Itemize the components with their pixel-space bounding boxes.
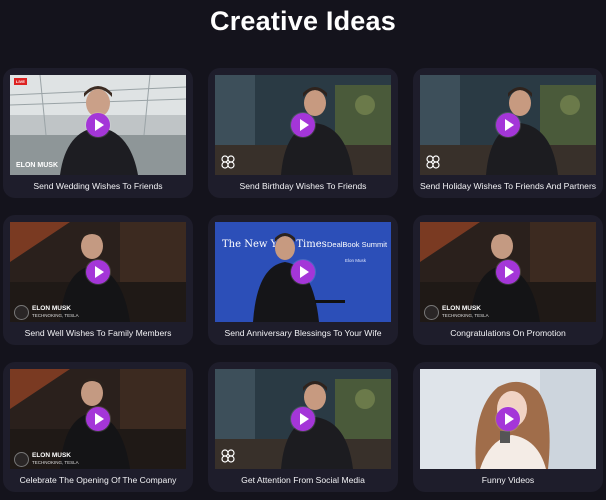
- overlay-name: ELON MUSK: [442, 305, 481, 312]
- play-button-icon[interactable]: [86, 113, 110, 137]
- overlay-subtitle: TECHNOKING, TESLA: [32, 460, 79, 465]
- video-card-family-wishes[interactable]: ELON MUSK TECHNOKING, TESLA Send Well Wi…: [3, 215, 193, 345]
- overlay-name: ELON MUSK: [16, 162, 58, 169]
- logo-icon: [426, 155, 440, 169]
- play-button-icon[interactable]: [86, 260, 110, 284]
- overlay-name: ELON MUSK: [32, 305, 71, 312]
- video-thumbnail[interactable]: ELON MUSK TECHNOKING, TESLA: [10, 369, 186, 469]
- video-thumbnail[interactable]: [215, 369, 391, 469]
- video-thumbnail[interactable]: ELON MUSK TECHNOKING, TESLA: [10, 222, 186, 322]
- card-label: Send Anniversary Blessings To Your Wife: [224, 328, 382, 338]
- video-thumbnail[interactable]: The New York Times DealBook Summit Elon …: [215, 222, 391, 322]
- card-label: Funny Videos: [481, 475, 535, 485]
- video-thumbnail[interactable]: [215, 75, 391, 175]
- live-badge: LIVE: [14, 78, 27, 85]
- video-card-holiday-wishes[interactable]: Send Holiday Wishes To Friends And Partn…: [413, 68, 603, 198]
- play-button-icon[interactable]: [496, 407, 520, 431]
- play-button-icon[interactable]: [496, 260, 520, 284]
- overlay-caption: ELON MUSK: [16, 162, 58, 169]
- overlay-name: ELON MUSK: [32, 452, 71, 459]
- overlay-subtitle: TECHNOKING, TESLA: [442, 313, 489, 318]
- video-card-funny-videos[interactable]: Funny Videos: [413, 362, 603, 492]
- logo-icon: [14, 452, 29, 467]
- card-label: Send Wedding Wishes To Friends: [33, 181, 163, 191]
- video-thumbnail[interactable]: [420, 75, 596, 175]
- overlay-caption: ELON MUSK TECHNOKING, TESLA: [14, 305, 104, 320]
- video-card-wedding-wishes[interactable]: LIVE ELON MUSK Send Wedding Wishes To Fr…: [3, 68, 193, 198]
- video-grid: LIVE ELON MUSK Send Wedding Wishes To Fr…: [0, 62, 606, 500]
- card-label: Congratulations On Promotion: [450, 328, 566, 338]
- card-label: Send Birthday Wishes To Friends: [239, 181, 367, 191]
- page-title: Creative Ideas: [210, 6, 396, 36]
- play-button-icon[interactable]: [291, 407, 315, 431]
- overlay-caption: ELON MUSK TECHNOKING, TESLA: [14, 452, 104, 467]
- card-label: Get Attention From Social Media: [241, 475, 365, 485]
- logo-icon: [221, 449, 235, 463]
- play-button-icon[interactable]: [291, 113, 315, 137]
- overlay-caption: ELON MUSK TECHNOKING, TESLA: [424, 305, 514, 320]
- video-thumbnail[interactable]: [420, 369, 596, 469]
- logo-icon: [424, 305, 439, 320]
- overlay-subtitle: TECHNOKING, TESLA: [32, 313, 79, 318]
- video-card-company-opening[interactable]: ELON MUSK TECHNOKING, TESLA Celebrate Th…: [3, 362, 193, 492]
- card-label: Send Well Wishes To Family Members: [24, 328, 172, 338]
- video-card-promotion[interactable]: ELON MUSK TECHNOKING, TESLA Congratulati…: [413, 215, 603, 345]
- logo-icon: [221, 155, 235, 169]
- card-label: Send Holiday Wishes To Friends And Partn…: [420, 181, 597, 191]
- play-button-icon[interactable]: [496, 113, 520, 137]
- card-label: Celebrate The Opening Of The Company: [19, 475, 177, 485]
- play-button-icon[interactable]: [291, 260, 315, 284]
- play-button-icon[interactable]: [86, 407, 110, 431]
- video-card-birthday-wishes[interactable]: Send Birthday Wishes To Friends: [208, 68, 398, 198]
- video-thumbnail[interactable]: LIVE ELON MUSK: [10, 75, 186, 175]
- logo-icon: [14, 305, 29, 320]
- video-card-social-media[interactable]: Get Attention From Social Media: [208, 362, 398, 492]
- video-thumbnail[interactable]: ELON MUSK TECHNOKING, TESLA: [420, 222, 596, 322]
- video-card-anniversary-blessings[interactable]: The New York Times DealBook Summit Elon …: [208, 215, 398, 345]
